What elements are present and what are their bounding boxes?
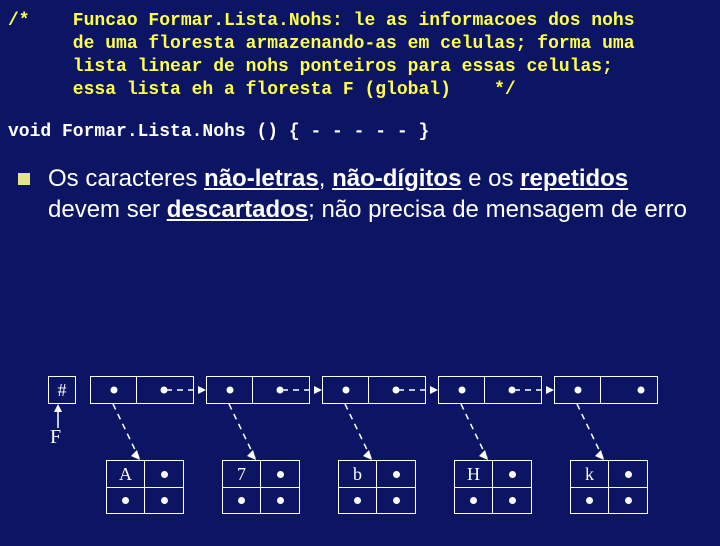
head-pointer-box: # bbox=[48, 376, 76, 404]
list-cell bbox=[90, 376, 194, 404]
bullet-item: Os caracteres não-letras, não-dígitos e … bbox=[0, 142, 720, 225]
value-label: b bbox=[339, 461, 377, 487]
value-label: H bbox=[455, 461, 493, 487]
value-cell: 7 bbox=[222, 460, 300, 514]
bullet-square-icon bbox=[18, 173, 30, 185]
value-cell: k bbox=[570, 460, 648, 514]
value-label: k bbox=[571, 461, 609, 487]
value-cell: H bbox=[454, 460, 532, 514]
list-cell bbox=[322, 376, 426, 404]
list-cell bbox=[206, 376, 310, 404]
value-cell: A bbox=[106, 460, 184, 514]
value-label: 7 bbox=[223, 461, 261, 487]
value-cell: b bbox=[338, 460, 416, 514]
list-cell bbox=[554, 376, 658, 404]
head-label: # bbox=[58, 380, 67, 401]
list-name-label: F bbox=[50, 426, 61, 449]
value-label: A bbox=[107, 461, 145, 487]
function-declaration: void Formar.Lista.Nohs () { - - - - - } bbox=[0, 102, 720, 142]
bullet-text: Os caracteres não-letras, não-dígitos e … bbox=[48, 164, 702, 225]
list-cell bbox=[438, 376, 542, 404]
function-comment: /* Funcao Formar.Lista.Nohs: le as infor… bbox=[0, 0, 720, 102]
